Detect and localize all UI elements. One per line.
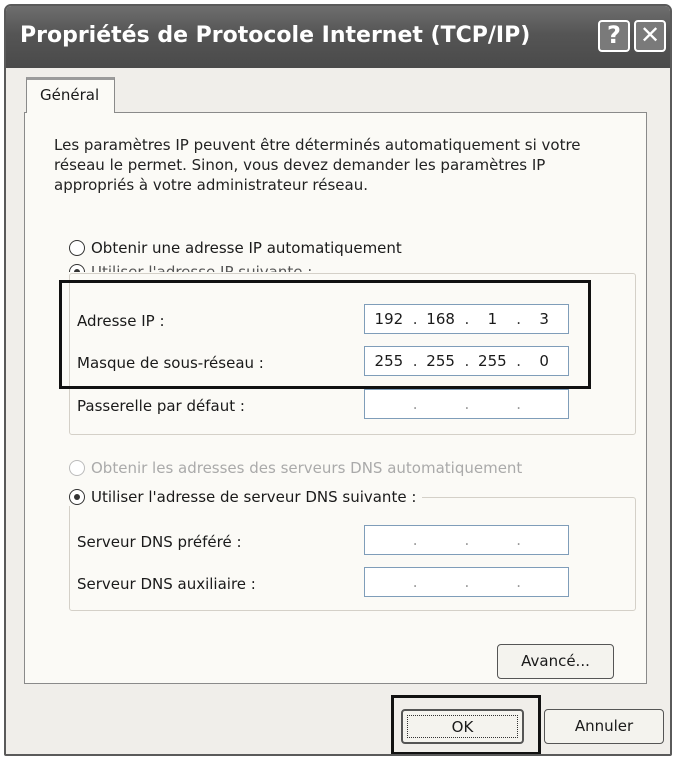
tab-general[interactable]: Général — [26, 77, 115, 113]
dns-manual-radio-circle — [69, 489, 85, 505]
ip-manual-radio-label: Utiliser l'adresse IP suivante : — [91, 263, 313, 272]
subnet-mask-octet-2: 255 — [426, 352, 455, 370]
help-icon: ? — [607, 21, 621, 49]
ip-address-label: Adresse IP : — [77, 312, 165, 330]
help-button[interactable]: ? — [598, 20, 630, 52]
ip-auto-radio[interactable]: Obtenir une adresse IP automatiquement — [69, 239, 402, 257]
title-bar[interactable]: Propriétés de Protocole Internet (TCP/IP… — [6, 6, 670, 68]
ip-manual-radio-circle — [69, 264, 85, 272]
ip-manual-radio-clip: Utiliser l'adresse IP suivante : — [69, 263, 369, 272]
close-button[interactable]: ✕ — [634, 20, 666, 52]
subnet-mask-label: Masque de sous-réseau : — [77, 354, 264, 372]
alternate-dns-input[interactable]: . . . — [364, 567, 569, 597]
close-icon: ✕ — [639, 21, 661, 49]
ip-address-octet-3: 1 — [487, 310, 498, 328]
default-gateway-input[interactable]: . . . — [364, 389, 569, 419]
general-tab-panel: Les paramètres IP peuvent être déterminé… — [24, 112, 647, 684]
dialog-title: Propriétés de Protocole Internet (TCP/IP… — [20, 23, 531, 48]
dns-manual-radio-label: Utiliser l'adresse de serveur DNS suivan… — [91, 488, 417, 506]
subnet-mask-octet-4: 0 — [539, 352, 549, 370]
alternate-dns-label: Serveur DNS auxiliaire : — [77, 575, 256, 593]
dns-manual-radio[interactable]: Utiliser l'adresse de serveur DNS suivan… — [69, 488, 423, 506]
preferred-dns-input[interactable]: . . . — [364, 525, 569, 555]
ok-button[interactable]: OK — [401, 709, 524, 744]
subnet-mask-octet-1: 255 — [374, 352, 404, 370]
dns-auto-radio-label: Obtenir les adresses des serveurs DNS au… — [91, 459, 523, 477]
ip-auto-radio-circle — [69, 240, 85, 256]
dns-auto-radio-circle — [69, 460, 85, 476]
tab-general-label: Général — [40, 86, 100, 104]
ip-manual-radio[interactable]: Utiliser l'adresse IP suivante : — [69, 263, 312, 272]
ip-address-input[interactable]: 192 . 168 . 1 . 3 — [364, 304, 569, 334]
subnet-mask-input[interactable]: 255 . 255 . 255 . 0 — [364, 346, 569, 376]
dns-auto-radio[interactable]: Obtenir les adresses des serveurs DNS au… — [69, 459, 522, 477]
default-gateway-label: Passerelle par défaut : — [77, 397, 245, 415]
ip-address-octet-4: 3 — [539, 310, 549, 328]
intro-text: Les paramètres IP peuvent être déterminé… — [54, 136, 581, 194]
ip-address-octet-1: 192 — [374, 310, 404, 328]
cancel-button[interactable]: Annuler — [544, 709, 664, 744]
ip-address-octet-2: 168 — [426, 310, 455, 328]
ip-auto-radio-label: Obtenir une adresse IP automatiquement — [91, 239, 402, 257]
ok-focus-ring — [407, 715, 518, 738]
tcpip-properties-dialog: Propriétés de Protocole Internet (TCP/IP… — [4, 4, 672, 756]
preferred-dns-label: Serveur DNS préféré : — [77, 533, 242, 551]
advanced-button[interactable]: Avancé... — [497, 644, 614, 679]
subnet-mask-octet-3: 255 — [478, 352, 507, 370]
